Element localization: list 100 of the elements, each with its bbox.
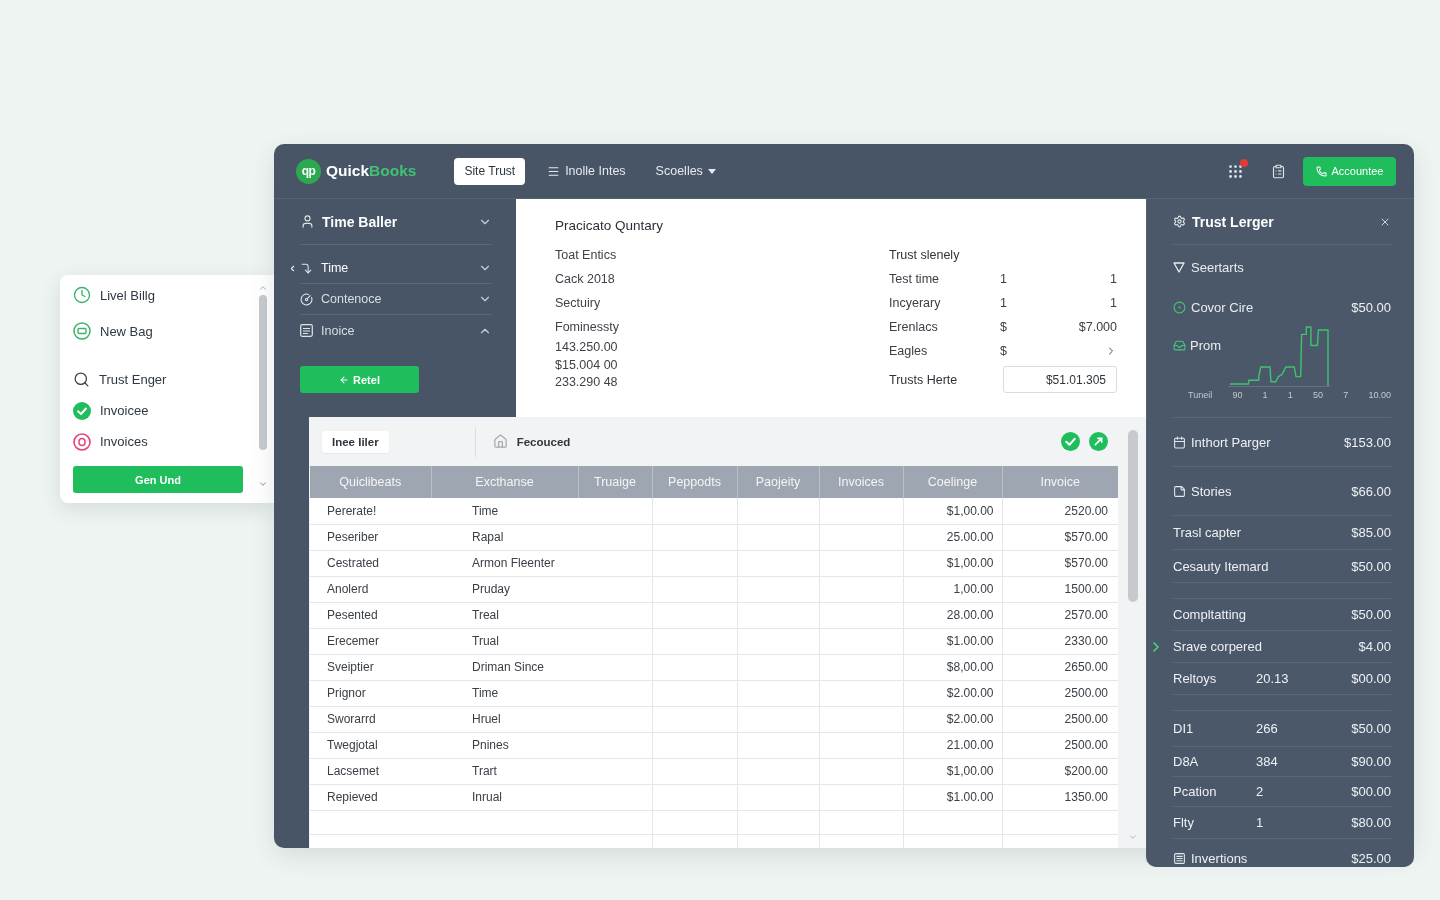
total-field[interactable]: $51.01.305 [1003,366,1117,393]
sidebar-item[interactable]: Inoice [300,315,492,346]
search-icon [73,371,90,388]
summary-figure: $15.004 00 [555,356,618,374]
panel-title: Trust Lerger [1192,213,1274,230]
caret-down-icon[interactable] [258,479,268,489]
notification-dot-icon [1240,158,1248,167]
menu-item[interactable]: Invoices [73,426,243,457]
table-cell: $570.00 [1002,524,1118,550]
dropdown-menu[interactable]: Scoelles [655,164,716,178]
table-cell: Trart [431,758,578,784]
table-cell: Armon Fleenter [431,550,578,576]
dots-grid-icon[interactable] [1227,162,1244,180]
gauge-icon [300,292,313,306]
menu-item[interactable]: New Bag [73,313,243,349]
axis-label: 90 [1232,389,1243,402]
check-circle-icon[interactable] [1061,432,1080,451]
row-label: Incyerary [889,295,941,312]
summary-label: Fominessty [555,319,619,336]
row-label: Compltatting [1173,607,1247,622]
table-cell: 2650.00 [1002,654,1118,680]
scrollbar-thumb[interactable] [259,295,267,450]
check-circle-icon [73,401,91,420]
home-icon [492,434,508,449]
arrow-left-icon [339,374,350,385]
table-cell: 21.00.00 [903,732,1002,758]
list-icon [1173,852,1186,865]
amount: $25.00 [1351,851,1391,866]
filter-icon [1173,262,1185,273]
summary-figure: 143.250.00 [555,339,618,356]
sidebar-item[interactable]: Contenoce [300,284,492,315]
row-label: Test time [889,271,939,288]
amount: $50.00 [1351,558,1391,574]
menu-item[interactable]: Livel Billg [73,277,243,313]
filter-label: Seertarts [1191,260,1244,275]
quantity: 2 [1256,784,1265,799]
scrollbar-thumb[interactable] [1127,430,1138,602]
table-cell: 2500.00 [1002,732,1118,758]
tab[interactable]: Inee Iiler [322,430,389,453]
table-cell: 2330.00 [1002,628,1118,654]
row-label: Invertions [1191,851,1248,866]
summary-figure: 233.290 48 [555,374,618,391]
axis-label: Tuneil [1188,389,1213,402]
corner-arrow-icon [300,261,313,275]
table-cell: $200.00 [1002,758,1118,784]
table-cell: 28.00.00 [903,602,1002,628]
row-label: Srave corpered [1173,639,1263,654]
nav-menu[interactable]: Inolle Intes [547,164,626,178]
sidebar-item[interactable]: Time [300,253,492,284]
total-label: Trusts Herte [889,372,958,387]
caret-left-icon [288,264,297,273]
quantity: 20.13 [1256,671,1290,686]
table-cell: Pnines [431,732,578,758]
phone-icon [1315,165,1327,177]
row-label: Cesauty Itemard [1173,558,1270,574]
table-cell: Time [431,498,578,524]
table-cell: $570.00 [1002,550,1118,576]
expand-icon[interactable] [1089,432,1108,451]
axis-label: 1 [1287,389,1293,402]
clock-icon [73,286,91,304]
axis-label: 10.00 [1368,389,1391,402]
row-label: Inthort Parger [1191,434,1271,450]
summary-label: Sectuiry [555,295,601,312]
axis-label: 1 [1262,389,1268,402]
table-cell: 1500.00 [1002,576,1118,602]
nav-button[interactable]: Site Trust [454,157,526,185]
table-cell: $1.00.00 [903,784,1002,810]
row-value: $ [1000,319,1007,336]
table-cell: Pruday [431,576,578,602]
amount: $66.00 [1351,483,1391,499]
table-cell: 2570.00 [1002,602,1118,628]
quantity: 266 [1256,721,1279,736]
table-cell: Time [431,680,578,706]
row-label: Stories [1191,483,1232,499]
caret-down-icon [707,168,716,174]
row-label: DI1 [1173,721,1195,736]
summary-label: Cack 2018 [555,271,615,288]
tray-icon [1173,339,1186,352]
clipboard-icon[interactable] [1271,163,1286,179]
table-cell: $2.00.00 [903,680,1002,706]
amount: $90.00 [1351,754,1391,769]
table-cell: Rapal [431,524,578,550]
row-value: 1 [1000,295,1007,312]
row-label: Eagles [889,343,928,360]
table-cell: Erecemer [310,628,431,654]
tab[interactable]: Fecouced [482,430,581,453]
menu-icon [547,164,561,178]
table-cell: Sveiptier [310,654,431,680]
calendar-icon [1173,435,1186,449]
sidebar-title: Time Baller [322,213,399,230]
table-cell: Peseriber [310,524,431,550]
amount: $153.00 [1344,434,1391,450]
amount: $00.00 [1351,671,1391,686]
amount: $4.00 [1358,639,1391,654]
menu-item[interactable]: Trust Enger [73,364,243,395]
row-label: Reltoys [1173,671,1218,686]
menu-item[interactable]: Invoicee [73,395,243,426]
note-icon [1173,484,1186,498]
row-label: Flty [1173,815,1195,830]
table-cell: $2.00.00 [903,706,1002,732]
